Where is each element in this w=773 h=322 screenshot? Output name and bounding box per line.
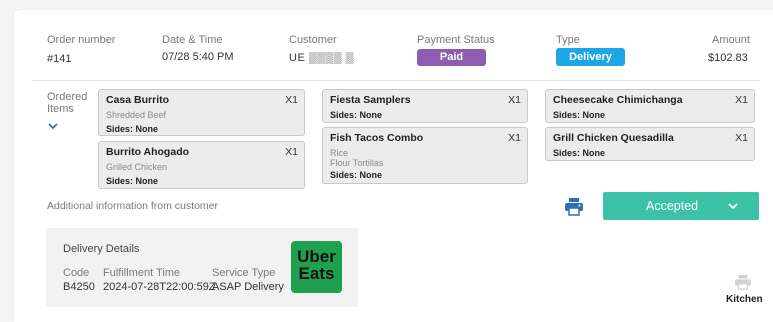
- order-item[interactable]: Cheesecake Chimichanga X1 Sides: None: [545, 89, 755, 123]
- payment-status-badge: Paid: [417, 49, 486, 66]
- printer-icon: [735, 274, 751, 290]
- item-sides: Sides: None: [106, 124, 159, 134]
- item-sides: Sides: None: [106, 176, 159, 186]
- order-item[interactable]: Fiesta Samplers X1 Sides: None: [322, 89, 528, 123]
- chevron-down-icon: [728, 203, 738, 210]
- datetime-value: 07/28 5:40 PM: [162, 51, 234, 63]
- order-item[interactable]: Grill Chicken Quesadilla X1 Sides: None: [545, 127, 755, 161]
- amount-value: $102.83: [708, 52, 748, 64]
- delivery-details-title: Delivery Details: [63, 243, 140, 255]
- item-quantity: X1: [508, 94, 521, 106]
- item-name: Grill Chicken Quesadilla: [553, 132, 674, 144]
- item-quantity: X1: [735, 132, 748, 144]
- item-name: Cheesecake Chimichanga: [553, 94, 683, 106]
- additional-info-label: Additional information from customer: [47, 200, 218, 212]
- item-quantity: X1: [285, 94, 298, 106]
- item-modifier: Rice: [330, 148, 349, 158]
- item-modifier: Flour Tortillas: [330, 158, 384, 168]
- code-value: B4250: [63, 281, 95, 293]
- item-name: Fish Tacos Combo: [330, 132, 424, 144]
- payment-status-label: Payment Status: [417, 34, 495, 46]
- amount-label: Amount: [712, 34, 750, 46]
- item-quantity: X1: [285, 146, 298, 158]
- order-status-value: Accepted: [646, 199, 699, 213]
- order-item[interactable]: Casa Burrito X1 Shredded Beef Sides: Non…: [98, 89, 305, 136]
- service-type-value: ASAP Delivery: [212, 281, 284, 293]
- customer-name: UE ▒▒▒▒ ▒: [289, 52, 354, 64]
- item-name: Fiesta Samplers: [330, 94, 411, 106]
- printer-icon: [565, 198, 583, 216]
- expand-items-toggle[interactable]: [47, 121, 59, 131]
- fulfillment-time-label: Fulfillment Time: [103, 267, 181, 279]
- order-number-label: Order number: [47, 34, 116, 46]
- order-item[interactable]: Burrito Ahogado X1 Grilled Chicken Sides…: [98, 141, 305, 189]
- customer-label: Customer: [289, 34, 337, 46]
- ordered-items-label: Ordered Items: [47, 91, 88, 115]
- item-name: Burrito Ahogado: [106, 146, 190, 158]
- item-sides: Sides: None: [330, 110, 383, 120]
- order-item[interactable]: Fish Tacos Combo X1 Rice Flour Tortillas…: [322, 127, 528, 184]
- kitchen-label: Kitchen: [726, 294, 763, 305]
- item-modifier: Shredded Beef: [106, 110, 167, 120]
- kitchen-print-button[interactable]: Kitchen: [724, 274, 763, 308]
- item-sides: Sides: None: [330, 170, 383, 180]
- chevron-down-icon: [48, 123, 58, 130]
- order-number: #141: [47, 53, 72, 65]
- item-name: Casa Burrito: [106, 94, 170, 106]
- service-type-label: Service Type: [212, 267, 276, 279]
- print-button[interactable]: [564, 196, 584, 216]
- item-sides: Sides: None: [553, 110, 606, 120]
- datetime-label: Date & Time: [162, 34, 223, 46]
- code-label: Code: [63, 267, 90, 279]
- item-sides: Sides: None: [553, 148, 606, 158]
- header-divider: [32, 80, 760, 81]
- order-type-badge: Delivery: [556, 48, 625, 66]
- item-modifier: Grilled Chicken: [106, 162, 168, 172]
- uber-eats-logo: Uber Eats: [291, 241, 342, 293]
- item-quantity: X1: [508, 132, 521, 144]
- order-status-dropdown[interactable]: Accepted: [603, 192, 759, 220]
- type-label: Type: [556, 34, 580, 46]
- fulfillment-time-value: 2024-07-28T22:00:59Z: [103, 281, 216, 293]
- item-quantity: X1: [735, 94, 748, 106]
